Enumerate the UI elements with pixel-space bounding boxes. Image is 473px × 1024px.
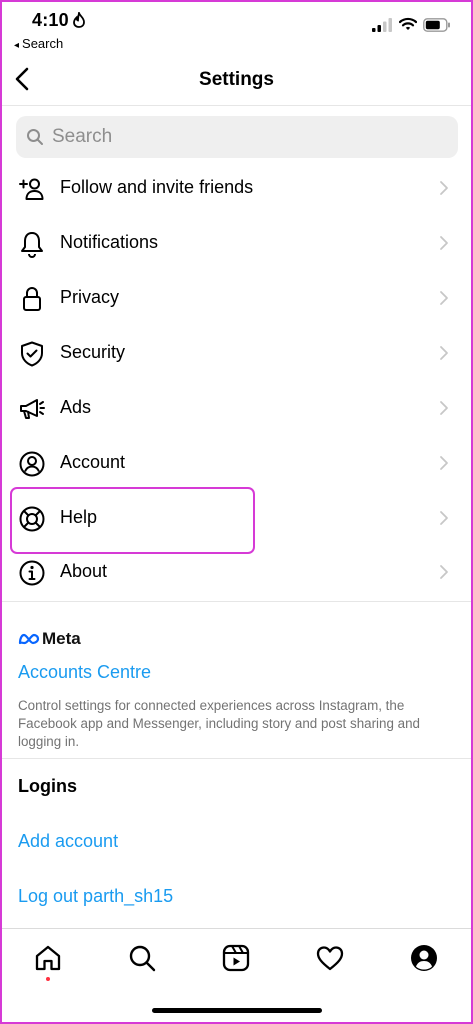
menu-item-label: Notifications [60,232,159,252]
search-input[interactable] [52,116,442,158]
menu-item-ads[interactable]: Ads [0,381,473,436]
accounts-centre-link[interactable]: Accounts Centre [18,662,151,683]
page-title: Settings [199,69,274,90]
megaphone-icon [20,399,45,419]
help-highlight-box [10,487,255,554]
chevron-right-icon [440,401,448,415]
chevron-right-icon [440,456,448,470]
bottom-tab-bar [0,928,473,988]
shield-icon [21,341,43,367]
search-bar[interactable] [16,116,458,158]
cellular-signal-icon [372,18,392,32]
menu-item-label: Security [60,342,126,362]
chevron-right-icon [440,291,448,305]
add-person-icon [19,178,44,200]
menu-item-label: Follow and invite friends [60,177,254,197]
back-to-app-link[interactable]: ◂ Search [14,36,63,51]
heart-icon[interactable] [315,943,345,973]
status-bar: 4:10 ◂ Search [0,0,473,56]
chevron-right-icon [440,565,448,579]
log-out-link[interactable]: Log out parth_sh15 [18,886,173,907]
chevron-right-icon [440,181,448,195]
meta-brand: Meta [42,629,81,648]
menu-item-follow-and-invite-friends[interactable]: Follow and invite friends [0,161,473,216]
lock-icon [23,287,41,311]
add-account-link[interactable]: Add account [18,831,118,852]
section-divider [0,758,473,759]
menu-item-label: Privacy [60,287,120,307]
profile-icon[interactable] [409,943,439,973]
section-divider [0,601,473,602]
search-icon[interactable] [127,943,157,973]
accounts-centre-description: Control settings for connected experienc… [18,698,420,749]
chevron-right-icon [440,511,448,525]
wifi-icon [399,17,417,30]
menu-item-privacy[interactable]: Privacy [0,271,473,326]
back-app-label: Search [22,36,64,51]
bell-icon [21,232,43,258]
info-icon [19,560,45,586]
status-time: 4:10 [32,10,69,30]
menu-item-label: About [60,561,108,581]
search-icon [27,129,43,145]
menu-item-label: Ads [60,397,92,417]
person-circle-icon [19,451,45,477]
back-triangle-icon: ◂ [14,40,20,51]
reels-icon[interactable] [221,943,251,973]
battery-icon [423,18,450,32]
home-indicator[interactable] [152,1008,322,1013]
home-icon[interactable] [33,943,63,973]
menu-item-label: Account [60,452,126,472]
meta-logo-icon [18,633,40,645]
menu-item-notifications[interactable]: Notifications [0,216,473,271]
chevron-right-icon [440,346,448,360]
notification-dot [46,977,50,981]
menu-item-security[interactable]: Security [0,326,473,381]
logins-heading: Logins [18,776,77,796]
settings-header: Settings [0,56,473,106]
menu-item-account[interactable]: Account [0,436,473,491]
flame-icon [73,12,85,28]
chevron-right-icon [440,236,448,250]
